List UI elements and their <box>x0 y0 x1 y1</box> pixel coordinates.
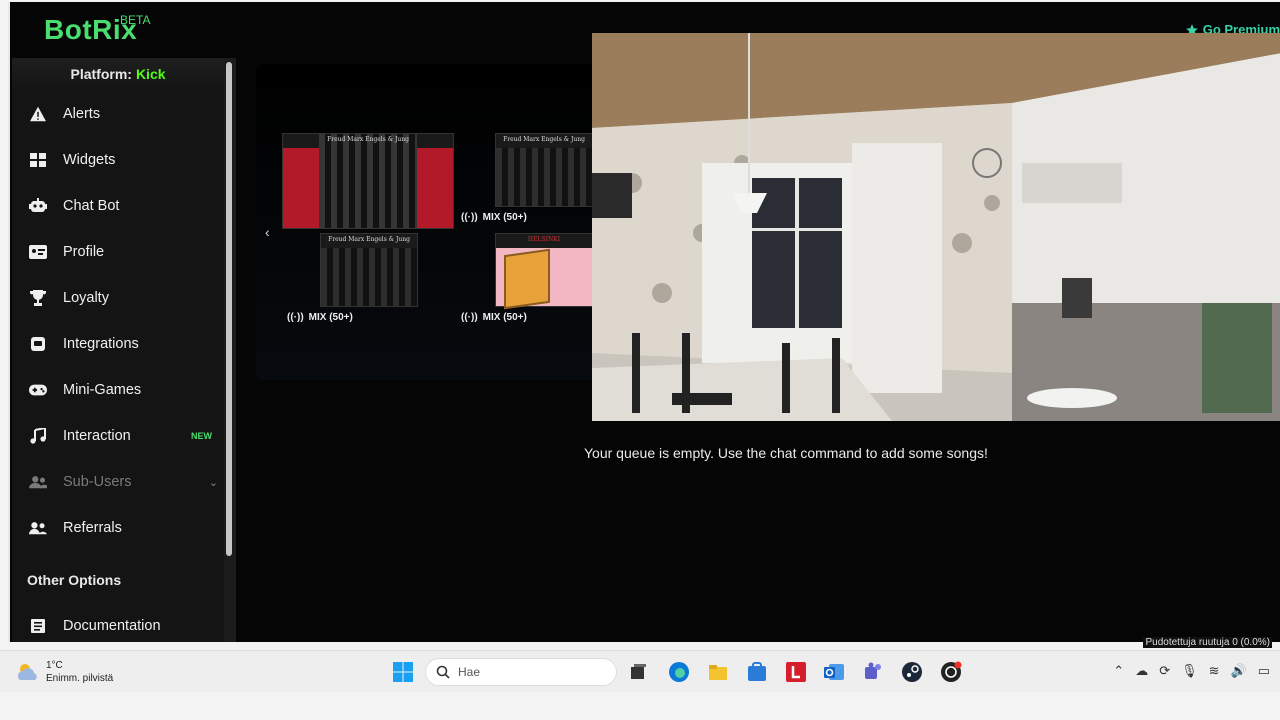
windows-start-icon[interactable] <box>392 661 414 683</box>
platform-value: Kick <box>135 66 166 82</box>
mix-label: ((·)) MIX (50+) <box>461 312 527 323</box>
sidebar-item-profile[interactable]: Profile <box>12 232 224 272</box>
windows-taskbar: 1°C Enimm. pilvistä Hae ⌃ ☁ ⟳ 🎙 ≋ 🔊 ▭ <box>0 650 1280 692</box>
obs-icon[interactable] <box>940 661 962 683</box>
search-icon <box>436 665 450 679</box>
edge-browser-icon[interactable] <box>668 661 690 683</box>
referrals-icon <box>29 519 47 537</box>
sidebar-item-label: Widgets <box>63 152 116 168</box>
queue-empty-message: Your queue is empty. Use the chat comman… <box>584 445 988 461</box>
sidebar-item-chat-bot[interactable]: Chat Bot <box>12 186 224 226</box>
steam-icon[interactable] <box>901 661 923 683</box>
sidebar-item-mini-games[interactable]: Mini-Games <box>12 370 224 410</box>
chevron-left-icon[interactable]: ‹ <box>265 224 270 240</box>
album-tile[interactable]: Freud Marx Engels & Jung <box>495 133 593 207</box>
album-tile[interactable]: Freud Marx Engels & Jung <box>282 133 454 229</box>
sidebar-item-integrations[interactable]: Integrations <box>12 324 224 364</box>
warning-icon <box>29 105 47 123</box>
album-caption: Freud Marx Engels & Jung <box>503 136 585 143</box>
wifi-icon[interactable]: ≋ <box>1209 663 1220 679</box>
sidebar-item-label: Integrations <box>63 336 139 352</box>
sidebar-item-label: Sub-Users <box>63 474 132 490</box>
sidebar-item-label: Profile <box>63 244 105 260</box>
robot-icon <box>29 197 47 215</box>
teams-icon[interactable] <box>862 661 884 683</box>
album-cover: Freud Marx Engels & Jung <box>282 133 454 229</box>
sidebar-item-alerts[interactable]: Alerts <box>12 94 224 134</box>
album-caption: HELSINKI <box>527 236 561 243</box>
album-cover: HELSINKI <box>495 233 593 310</box>
weather-widget[interactable]: 1°C Enimm. pilvistä <box>16 659 113 685</box>
mix-label: ((·)) MIX (50+) <box>461 212 527 223</box>
sidebar-item-label: Loyalty <box>63 290 109 306</box>
document-icon <box>29 617 47 635</box>
store-icon[interactable] <box>746 661 768 683</box>
onedrive-icon[interactable]: ☁ <box>1135 663 1148 679</box>
broadcast-icon: ((·)) <box>461 312 478 323</box>
album-tile[interactable]: Freud Marx Engels & Jung <box>320 233 418 307</box>
taskbar-search[interactable]: Hae <box>425 658 617 686</box>
platform-label: Platform: <box>70 66 132 82</box>
volume-icon[interactable]: 🔊 <box>1231 663 1247 679</box>
album-cover: Freud Marx Engels & Jung <box>320 233 418 307</box>
id-card-icon <box>29 243 47 261</box>
sync-icon[interactable]: ⟳ <box>1159 663 1170 679</box>
sidebar-item-label: Chat Bot <box>63 198 120 214</box>
sidebar-item-widgets[interactable]: Widgets <box>12 140 224 180</box>
search-placeholder: Hae <box>458 665 481 679</box>
broadcast-icon: ((·)) <box>461 212 478 223</box>
app-l-icon[interactable] <box>785 661 807 683</box>
mix-label: ((·)) MIX (50+) <box>287 312 353 323</box>
system-tray: ⌃ ☁ ⟳ 🎙 ≋ 🔊 ▭ <box>1113 663 1270 679</box>
beta-label: BETA <box>120 13 151 27</box>
sidebar-item-label: Referrals <box>63 520 122 536</box>
grid-icon <box>29 151 47 169</box>
microphone-icon[interactable]: 🎙 <box>1181 663 1198 679</box>
outlook-icon[interactable] <box>823 661 845 683</box>
sidebar-item-referrals[interactable]: Referrals <box>12 508 224 548</box>
obs-dropped-frames: Pudotettuja ruutuja 0 (0.0%) <box>1143 637 1272 648</box>
sidebar-item-documentation[interactable]: Documentation <box>12 606 224 642</box>
gamepad-icon <box>29 381 47 399</box>
integration-icon <box>29 335 47 353</box>
temperature: 1°C <box>46 660 63 671</box>
users-icon <box>29 473 47 491</box>
scrollbar-thumb[interactable] <box>226 62 232 556</box>
sidebar-item-label: Mini-Games <box>63 382 142 398</box>
sidebar-item-label: Interaction <box>63 428 131 444</box>
sidebar-scrollbar[interactable] <box>224 58 236 642</box>
webcam-video <box>592 33 1280 421</box>
sidebar-item-loyalty[interactable]: Loyalty <box>12 278 224 318</box>
broadcast-icon: ((·)) <box>287 312 304 323</box>
sidebar: Platform: Kick Alerts Widgets Chat Bot P… <box>12 58 224 642</box>
chevron-down-icon: ⌄ <box>208 476 218 489</box>
other-options-heading: Other Options <box>27 572 122 588</box>
trophy-icon <box>29 289 47 307</box>
cloud-sun-icon <box>18 664 37 680</box>
album-tile[interactable]: HELSINKI <box>495 233 593 310</box>
new-badge: NEW <box>191 431 212 441</box>
music-icon <box>29 427 47 445</box>
kitchen-scene <box>592 33 1280 421</box>
botrix-dashboard-window: BotRix BETA Go Premium Platform: Kick Al… <box>8 2 1280 642</box>
album-cover: Freud Marx Engels & Jung <box>495 133 593 207</box>
sidebar-item-label: Alerts <box>63 106 101 122</box>
sidebar-item-sub-users[interactable]: Sub-Users ⌄ <box>12 462 224 502</box>
chevron-up-icon[interactable]: ⌃ <box>1113 663 1124 679</box>
album-caption: Freud Marx Engels & Jung <box>327 136 409 143</box>
sidebar-item-interaction[interactable]: Interaction NEW <box>12 416 224 456</box>
file-explorer-icon[interactable] <box>707 661 729 683</box>
album-caption: Freud Marx Engels & Jung <box>328 236 410 243</box>
sidebar-item-label: Documentation <box>63 618 161 634</box>
platform-indicator: Platform: Kick <box>12 58 224 90</box>
weather-description: Enimm. pilvistä <box>46 673 114 684</box>
task-view-icon[interactable] <box>627 661 649 683</box>
battery-icon[interactable]: ▭ <box>1258 663 1270 679</box>
